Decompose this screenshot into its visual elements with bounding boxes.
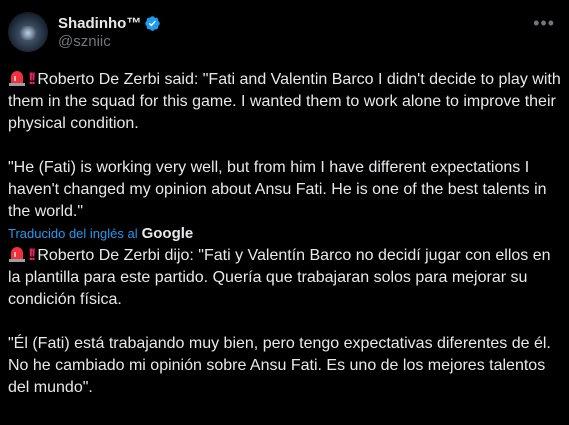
google-logo: Google bbox=[141, 225, 194, 242]
author-display-name[interactable]: Shadinho™ bbox=[58, 15, 141, 32]
verified-badge-icon bbox=[145, 15, 161, 31]
translation-label[interactable]: Traducido del inglés al bbox=[8, 223, 138, 245]
police-siren-icon bbox=[9, 247, 25, 262]
author-handle[interactable]: @szniic bbox=[58, 33, 161, 50]
translated-paragraph-1: !! Roberto De Zerbi dijo: "Fati y Valentí… bbox=[8, 244, 564, 311]
original-paragraph-1: !! Roberto De Zerbi said: "Fati and Valen… bbox=[8, 68, 564, 135]
translation-attribution: Traducido del inglés al Google bbox=[8, 224, 564, 244]
double-exclamation-icon: !! bbox=[28, 245, 37, 264]
tweet-body: !! Roberto De Zerbi said: "Fati and Valen… bbox=[8, 68, 564, 399]
avatar[interactable] bbox=[8, 12, 48, 52]
translated-text-1: Roberto De Zerbi dijo: "Fati y Valentín … bbox=[8, 247, 551, 308]
translated-paragraph-2: "Él (Fati) está trabajando muy bien, per… bbox=[8, 335, 551, 396]
name-row: Shadinho™ bbox=[58, 15, 161, 32]
police-siren-icon bbox=[9, 71, 25, 86]
more-options-icon[interactable]: ••• bbox=[533, 14, 555, 32]
tweet-header: Shadinho™ @szniic bbox=[8, 12, 161, 52]
double-exclamation-icon: !! bbox=[28, 69, 37, 88]
original-text-1: Roberto De Zerbi said: "Fati and Valenti… bbox=[8, 71, 561, 132]
original-paragraph-2: "He (Fati) is working very well, but fro… bbox=[8, 159, 547, 220]
author-info: Shadinho™ @szniic bbox=[58, 15, 161, 50]
